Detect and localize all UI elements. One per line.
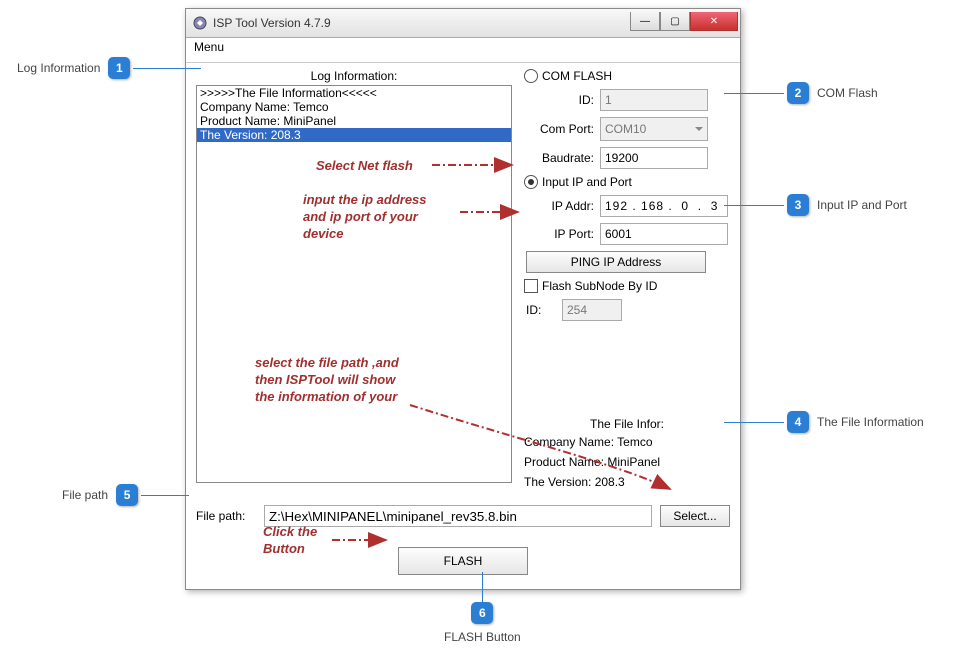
minimize-button[interactable]: — (630, 12, 660, 31)
flash-subnode-label: Flash SubNode By ID (542, 279, 657, 293)
baudrate-label: Baudrate: (524, 151, 600, 165)
log-line: Product Name: MiniPanel (197, 114, 511, 128)
file-info-block: The File Infor: Company Name: Temco Prod… (524, 417, 730, 489)
callout-2: 2 COM Flash (724, 82, 878, 104)
window-title: ISP Tool Version 4.7.9 (213, 16, 630, 30)
app-icon (192, 15, 208, 31)
callout-6: 6 FLASH Button (444, 572, 521, 644)
file-info-company: Company Name: Temco (524, 435, 730, 449)
com-flash-radio-row[interactable]: COM FLASH (524, 69, 730, 83)
comport-select[interactable]: COM10 (600, 117, 708, 141)
log-line-selected: The Version: 208.3 (197, 128, 511, 142)
callout-number: 4 (787, 411, 809, 433)
callout-number: 1 (108, 57, 130, 79)
callout-number: 5 (116, 484, 138, 506)
flash-subnode-row[interactable]: Flash SubNode By ID (524, 279, 730, 293)
titlebar: ISP Tool Version 4.7.9 — ▢ ✕ (186, 9, 740, 38)
ping-button[interactable]: PING IP Address (526, 251, 706, 273)
callout-label: Log Information (17, 61, 100, 75)
ip-port-radio-label: Input IP and Port (542, 175, 632, 189)
log-panel: Log Information: >>>>>The File Informati… (196, 69, 512, 495)
radio-icon (524, 69, 538, 83)
subnode-id-label: ID: (524, 303, 562, 317)
menubar: Menu (186, 38, 740, 63)
flash-button[interactable]: FLASH (398, 547, 528, 575)
file-info-title: The File Infor: (524, 417, 730, 431)
com-flash-radio-label: COM FLASH (542, 69, 612, 83)
callout-label: FLASH Button (444, 630, 521, 644)
maximize-button[interactable]: ▢ (660, 12, 690, 31)
baudrate-input[interactable] (600, 147, 708, 169)
app-window: ISP Tool Version 4.7.9 — ▢ ✕ Menu Log In… (185, 8, 741, 590)
content-area: Log Information: >>>>>The File Informati… (186, 63, 740, 589)
callout-1: Log Information 1 (17, 57, 201, 79)
annotation-select-net-flash: Select Net flash (316, 158, 413, 175)
callout-number: 3 (787, 194, 809, 216)
ip-port-radio-row[interactable]: Input IP and Port (524, 175, 730, 189)
filepath-label: File path: (196, 509, 256, 523)
callout-3: 3 Input IP and Port (724, 194, 907, 216)
callout-5: File path 5 (62, 484, 189, 506)
ipaddr-label: IP Addr: (524, 199, 600, 213)
close-button[interactable]: ✕ (690, 12, 738, 31)
annotation-input-ip: input the ip address and ip port of your… (303, 192, 453, 243)
comport-value: COM10 (605, 122, 646, 136)
log-line: >>>>>The File Information<<<<< (197, 86, 511, 100)
ipaddr-input[interactable] (600, 195, 728, 217)
ipport-label: IP Port: (524, 227, 600, 241)
ipport-input[interactable] (600, 223, 728, 245)
comport-label: Com Port: (524, 122, 600, 136)
file-info-product: Product Name: MiniPanel (524, 455, 730, 469)
select-file-button[interactable]: Select... (660, 505, 730, 527)
callout-label: Input IP and Port (817, 198, 907, 212)
id-label: ID: (524, 93, 600, 107)
subnode-id-input[interactable] (562, 299, 622, 321)
radio-icon (524, 175, 538, 189)
callout-number: 6 (471, 602, 493, 624)
id-input[interactable] (600, 89, 708, 111)
file-info-version: The Version: 208.3 (524, 475, 730, 489)
log-line: Company Name: Temco (197, 100, 511, 114)
log-title: Log Information: (196, 69, 512, 83)
callout-label: File path (62, 488, 108, 502)
chevron-down-icon (695, 127, 703, 131)
callout-4: 4 The File Information (724, 411, 924, 433)
checkbox-icon (524, 279, 538, 293)
callout-label: COM Flash (817, 86, 878, 100)
annotation-click-button: Click the Button (263, 524, 343, 558)
log-textbox[interactable]: >>>>>The File Information<<<<< Company N… (196, 85, 512, 483)
menu-item[interactable]: Menu (194, 40, 224, 54)
window-buttons: — ▢ ✕ (630, 13, 738, 33)
settings-panel: COM FLASH ID: Com Port: COM10 Baudrate: (512, 69, 730, 495)
annotation-select-file: select the file path ,and then ISPTool w… (255, 355, 405, 406)
callout-number: 2 (787, 82, 809, 104)
callout-label: The File Information (817, 415, 924, 429)
